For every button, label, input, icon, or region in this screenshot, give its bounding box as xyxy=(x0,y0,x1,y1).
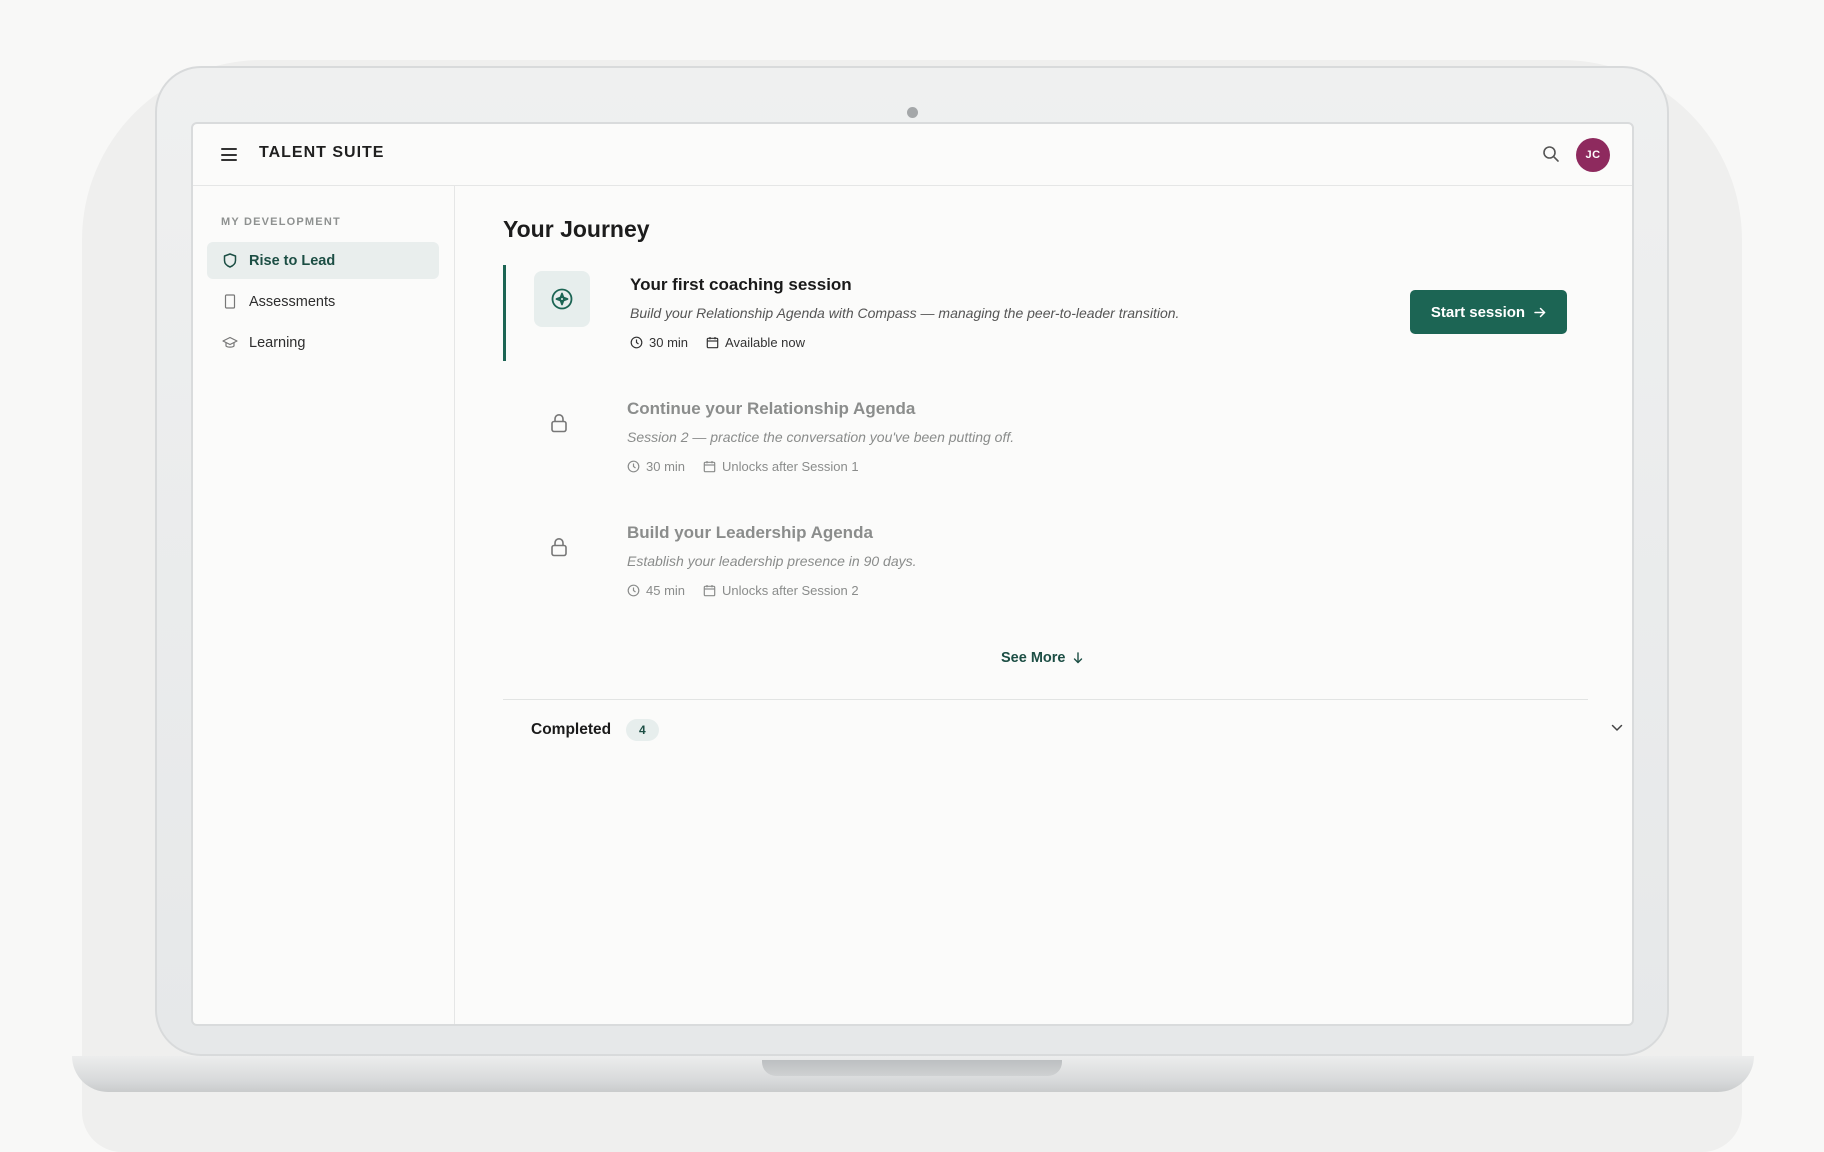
session-meta: 45 min Unlocks after Session 2 xyxy=(627,583,877,598)
compass-icon xyxy=(534,271,590,327)
sidebar-item-label: Assessments xyxy=(249,293,336,310)
search-icon[interactable] xyxy=(1542,145,1560,163)
clock-icon xyxy=(627,584,640,597)
session-meta: 30 min Available now xyxy=(630,335,823,350)
user-avatar[interactable]: JC xyxy=(1576,138,1610,172)
completed-count-badge: 4 xyxy=(626,719,659,741)
chevron-down-icon xyxy=(1611,724,1623,731)
lock-icon xyxy=(531,519,587,575)
sidebar-item-rise-to-lead[interactable]: Rise to Lead xyxy=(207,242,439,279)
session-duration: 30 min xyxy=(649,335,689,350)
sidebar: MY DEVELOPMENT Rise to Lead Assessments xyxy=(193,186,455,1024)
session-description: Establish your leadership presence in 90… xyxy=(627,553,917,569)
session-availability: Unlocks after Session 1 xyxy=(722,459,859,474)
laptop-notch xyxy=(762,1060,1062,1076)
main-content: Your Journey Your first coaching session… xyxy=(455,186,1632,1024)
sidebar-item-label: Rise to Lead xyxy=(249,252,336,269)
completed-label: Completed xyxy=(531,721,612,738)
calendar-icon xyxy=(703,585,716,597)
clock-icon xyxy=(630,336,643,349)
app-title: TALENT SUITE xyxy=(259,144,385,161)
lock-icon xyxy=(531,395,587,451)
page-title: Your Journey xyxy=(503,216,650,242)
camera-dot xyxy=(907,107,918,118)
sidebar-item-assessments[interactable]: Assessments xyxy=(207,283,439,320)
arrow-right-icon xyxy=(1534,307,1546,317)
session-meta: 30 min Unlocks after Session 1 xyxy=(627,459,877,474)
shield-icon xyxy=(221,252,239,270)
sidebar-item-learning[interactable]: Learning xyxy=(207,324,439,361)
start-session-label: Start session xyxy=(1430,303,1526,321)
top-bar: TALENT SUITE JC xyxy=(193,124,1632,186)
clock-icon xyxy=(627,460,640,473)
menu-icon[interactable] xyxy=(221,148,237,161)
session-duration: 30 min xyxy=(646,459,686,474)
sidebar-section-label: MY DEVELOPMENT xyxy=(221,216,341,228)
session-description: Session 2 — practice the conversation yo… xyxy=(627,429,1015,445)
document-icon xyxy=(221,293,239,311)
session-title: Continue your Relationship Agenda xyxy=(627,399,916,418)
session-card-current: Your first coaching session Build your R… xyxy=(503,265,1593,361)
session-availability: Available now xyxy=(725,335,806,350)
start-session-button[interactable]: Start session xyxy=(1410,290,1567,334)
graduation-cap-icon xyxy=(221,334,239,352)
completed-section-toggle[interactable]: Completed 4 xyxy=(503,700,1623,758)
session-availability: Unlocks after Session 2 xyxy=(722,583,859,598)
app-screen: TALENT SUITE JC MY DEVELOPMENT Rise to L… xyxy=(191,122,1634,1026)
session-title: Your first coaching session xyxy=(630,275,852,294)
calendar-icon xyxy=(706,337,719,349)
session-title: Build your Leadership Agenda xyxy=(627,523,873,542)
see-more-link[interactable]: See More xyxy=(1001,650,1083,666)
sidebar-item-label: Learning xyxy=(249,334,306,351)
arrow-down-icon xyxy=(1074,652,1083,664)
session-card-locked: Build your Leadership Agenda Establish y… xyxy=(503,513,1593,609)
see-more-label: See More xyxy=(1001,650,1066,666)
session-card-locked: Continue your Relationship Agenda Sessio… xyxy=(503,389,1593,485)
calendar-icon xyxy=(703,461,716,473)
session-description: Build your Relationship Agenda with Comp… xyxy=(630,305,1180,321)
session-duration: 45 min xyxy=(646,583,686,598)
